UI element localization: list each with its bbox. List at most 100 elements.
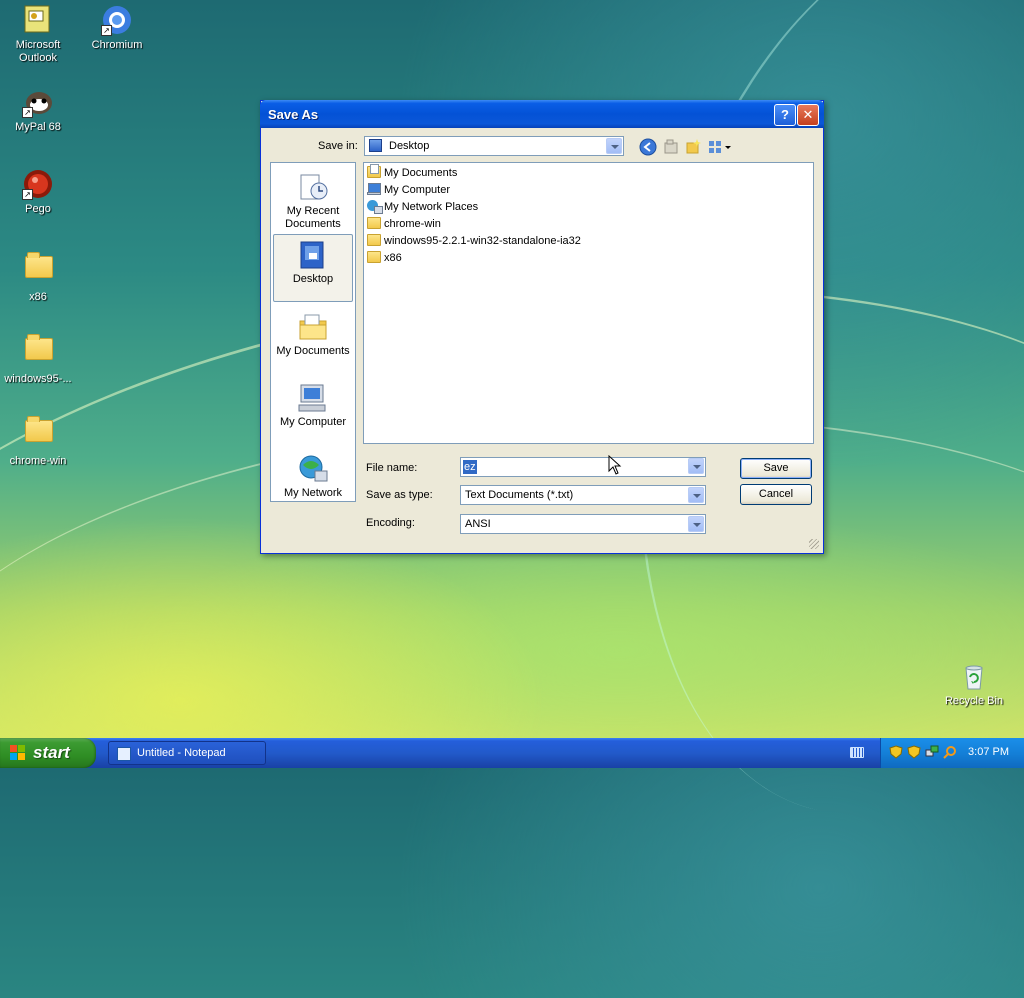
up-folder-icon[interactable]: [662, 138, 680, 156]
my-computer-icon: [367, 183, 381, 195]
desktop-icon-windows95[interactable]: windows95-...: [0, 332, 76, 386]
desktop-icon-label: windows95-...: [4, 373, 72, 385]
desktop-icon-label: Recycle Bin: [944, 695, 1004, 707]
new-folder-icon[interactable]: [684, 138, 702, 156]
list-item[interactable]: x86: [367, 250, 402, 267]
clock[interactable]: 3:07 PM: [968, 746, 1009, 758]
back-icon[interactable]: [639, 138, 657, 156]
file-name-field[interactable]: ez: [460, 457, 706, 477]
my-network-icon: [297, 453, 329, 485]
security-shield-icon[interactable]: [907, 745, 921, 759]
shortcut-arrow-icon: ↗: [101, 25, 112, 36]
windows-flag-icon: [10, 745, 26, 761]
save-in-value: Desktop: [389, 140, 430, 152]
chevron-down-icon[interactable]: [688, 458, 704, 474]
place-desktop[interactable]: Desktop: [273, 234, 353, 302]
desktop-icon-label: MyPal 68: [15, 121, 61, 133]
desktop-icon-outlook[interactable]: Microsoft Outlook: [0, 4, 76, 65]
pego-icon: ↗: [22, 168, 54, 200]
recent-documents-icon: [297, 171, 329, 203]
mypal-icon: ↗: [22, 86, 54, 118]
cancel-button[interactable]: Cancel: [740, 484, 812, 505]
outlook-icon: [22, 4, 54, 36]
file-name-label: File name:: [366, 462, 418, 474]
notepad-icon: [117, 747, 131, 761]
resize-grip-icon[interactable]: [809, 539, 819, 549]
keyboard-icon[interactable]: [850, 747, 864, 758]
place-my-network[interactable]: My Network: [273, 449, 353, 513]
list-item[interactable]: My Documents: [367, 164, 457, 182]
desktop-icon-label: chrome-win: [9, 455, 67, 467]
desktop-icon-mypal[interactable]: ↗ MyPal 68: [0, 86, 76, 134]
folder-icon: [367, 234, 381, 246]
folder-icon: [367, 251, 381, 263]
desktop-small-icon: [369, 139, 382, 152]
taskbar: start Untitled - Notepad 3:07 PM: [0, 738, 1024, 768]
list-item[interactable]: My Computer: [367, 182, 450, 199]
chromium-icon: ↗: [101, 4, 133, 36]
start-button[interactable]: start: [0, 738, 96, 768]
shortcut-arrow-icon: ↗: [22, 107, 33, 118]
save-in-label: Save in:: [318, 140, 358, 152]
desktop-icon-label: Microsoft Outlook: [15, 39, 61, 64]
security-shield-icon[interactable]: [889, 745, 903, 759]
place-my-computer[interactable]: My Computer: [273, 378, 353, 442]
dialog-titlebar[interactable]: Save As ? ✕: [260, 100, 824, 128]
encoding-value: ANSI: [465, 518, 491, 530]
desktop-icon-chromium[interactable]: ↗ Chromium: [79, 4, 155, 52]
desktop-icon-label: x86: [29, 291, 47, 303]
search-icon[interactable]: [943, 745, 957, 759]
list-item[interactable]: windows95-2.2.1-win32-standalone-ia32: [367, 233, 581, 250]
place-label: My Network: [283, 487, 343, 499]
my-documents-icon: [367, 164, 381, 178]
chevron-down-icon[interactable]: [688, 516, 704, 532]
places-bar: My Recent Documents Desktop My Documents…: [270, 162, 356, 502]
system-tray: 3:07 PM: [880, 738, 1024, 768]
save-as-type-dropdown[interactable]: Text Documents (*.txt): [460, 485, 706, 505]
desktop-icon-recycle-bin[interactable]: Recycle Bin: [936, 660, 1012, 708]
desktop-icon-chrome-win[interactable]: chrome-win: [0, 414, 76, 468]
encoding-dropdown[interactable]: ANSI: [460, 514, 706, 534]
taskbar-item-label: Untitled - Notepad: [137, 747, 226, 759]
view-menu-icon[interactable]: [707, 138, 733, 156]
place-label: My Computer: [279, 416, 347, 428]
folder-icon: [22, 334, 54, 370]
network-icon[interactable]: [925, 745, 939, 759]
recycle-bin-icon: [958, 660, 990, 692]
dialog-title: Save As: [268, 107, 319, 122]
list-item[interactable]: My Network Places: [367, 199, 478, 216]
chevron-down-icon[interactable]: [688, 487, 704, 503]
file-name-value: ez: [463, 460, 477, 474]
save-in-dropdown[interactable]: Desktop: [364, 136, 624, 156]
start-label: start: [33, 743, 70, 762]
mouse-cursor-icon: [608, 454, 622, 475]
desktop-icon-x86[interactable]: x86: [0, 250, 76, 304]
save-as-type-label: Save as type:: [366, 489, 433, 501]
close-button[interactable]: ✕: [797, 104, 819, 126]
shortcut-arrow-icon: ↗: [22, 189, 33, 200]
encoding-label: Encoding:: [366, 517, 415, 529]
desktop-icon-label: Pego: [25, 203, 51, 215]
chevron-down-icon[interactable]: [606, 138, 622, 154]
dialog-body: Save in: Desktop My Recent Documents Des…: [264, 129, 820, 550]
my-computer-icon: [297, 382, 329, 414]
folder-icon: [22, 416, 54, 452]
place-recent-documents[interactable]: My Recent Documents: [273, 167, 353, 231]
place-label: Desktop: [292, 273, 334, 285]
desktop-icon-pego[interactable]: ↗ Pego: [0, 168, 76, 216]
file-list[interactable]: My Documents My Computer My Network Plac…: [363, 162, 814, 444]
save-as-dialog: Save As ? ✕ Save in: Desktop My Recent D…: [260, 100, 824, 554]
desktop-icon-label: Chromium: [91, 39, 143, 51]
my-network-icon: [367, 200, 383, 214]
taskbar-item-notepad[interactable]: Untitled - Notepad: [108, 741, 266, 765]
list-item[interactable]: chrome-win: [367, 216, 441, 233]
save-as-type-value: Text Documents (*.txt): [465, 489, 574, 501]
my-documents-icon: [297, 311, 329, 343]
place-label: My Documents: [276, 345, 350, 357]
save-button[interactable]: Save: [740, 458, 812, 479]
place-my-documents[interactable]: My Documents: [273, 307, 353, 371]
help-button[interactable]: ?: [774, 104, 796, 126]
place-label: My Recent Documents: [285, 205, 341, 230]
folder-icon: [22, 252, 54, 288]
folder-icon: [367, 217, 381, 229]
